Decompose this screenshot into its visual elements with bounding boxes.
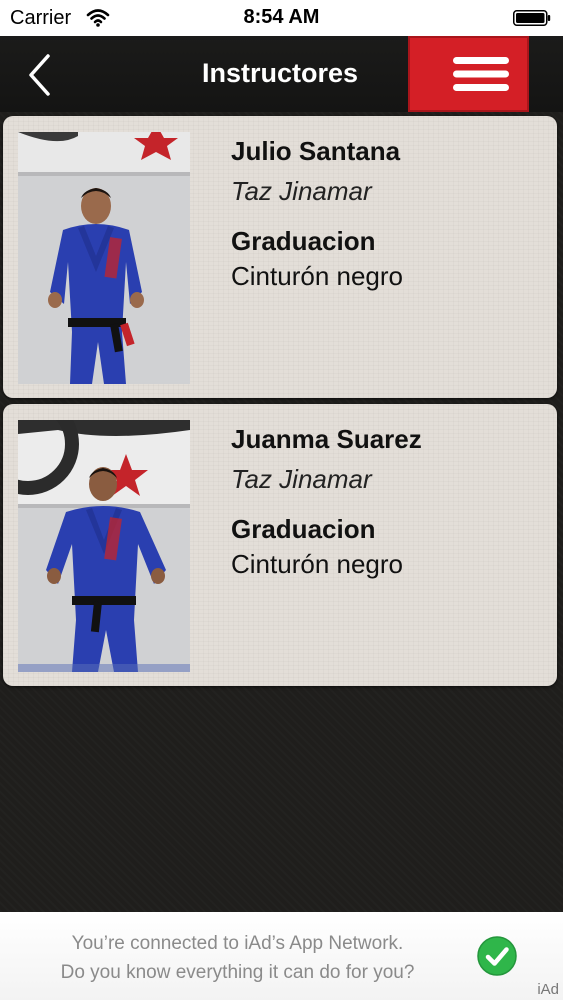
instructor-photo [18, 132, 190, 384]
instructor-name: Juanma Suarez [231, 424, 422, 454]
graduation-value: Cinturón negro [231, 549, 403, 579]
hamburger-menu-icon [453, 57, 509, 91]
instructor-card[interactable]: Juanma Suarez Taz Jinamar Graduacion Cin… [3, 404, 557, 686]
status-bar: Carrier 8:54 AM [0, 0, 563, 36]
iad-message-line-2: Do you know everything it can do for you… [60, 962, 415, 983]
clock: 8:54 AM [243, 6, 320, 28]
menu-button[interactable] [408, 36, 529, 112]
instructor-name: Julio Santana [231, 136, 401, 166]
instructor-location: Taz Jinamar [231, 176, 372, 206]
page-title: Instructores [201, 58, 359, 88]
graduation-label: Graduacion [231, 514, 376, 544]
battery-icon [513, 10, 551, 26]
iad-logo: iAd [537, 981, 559, 998]
iad-message-line-1: You’re connected to iAd’s App Network. [71, 933, 404, 954]
graduation-label: Graduacion [231, 226, 376, 256]
chevron-left-icon[interactable] [22, 52, 58, 98]
iad-message: You’re connected to iAd’s App Network. D… [20, 929, 455, 987]
navigation-bar: Instructores [0, 36, 563, 112]
instructor-photo [18, 420, 190, 672]
instructor-list: Julio Santana Taz Jinamar Graduacion Cin… [0, 112, 563, 912]
instructor-card[interactable]: Julio Santana Taz Jinamar Graduacion Cin… [3, 116, 557, 398]
instructor-location: Taz Jinamar [231, 464, 372, 494]
green-check-icon [477, 936, 517, 976]
graduation-value: Cinturón negro [231, 261, 403, 291]
